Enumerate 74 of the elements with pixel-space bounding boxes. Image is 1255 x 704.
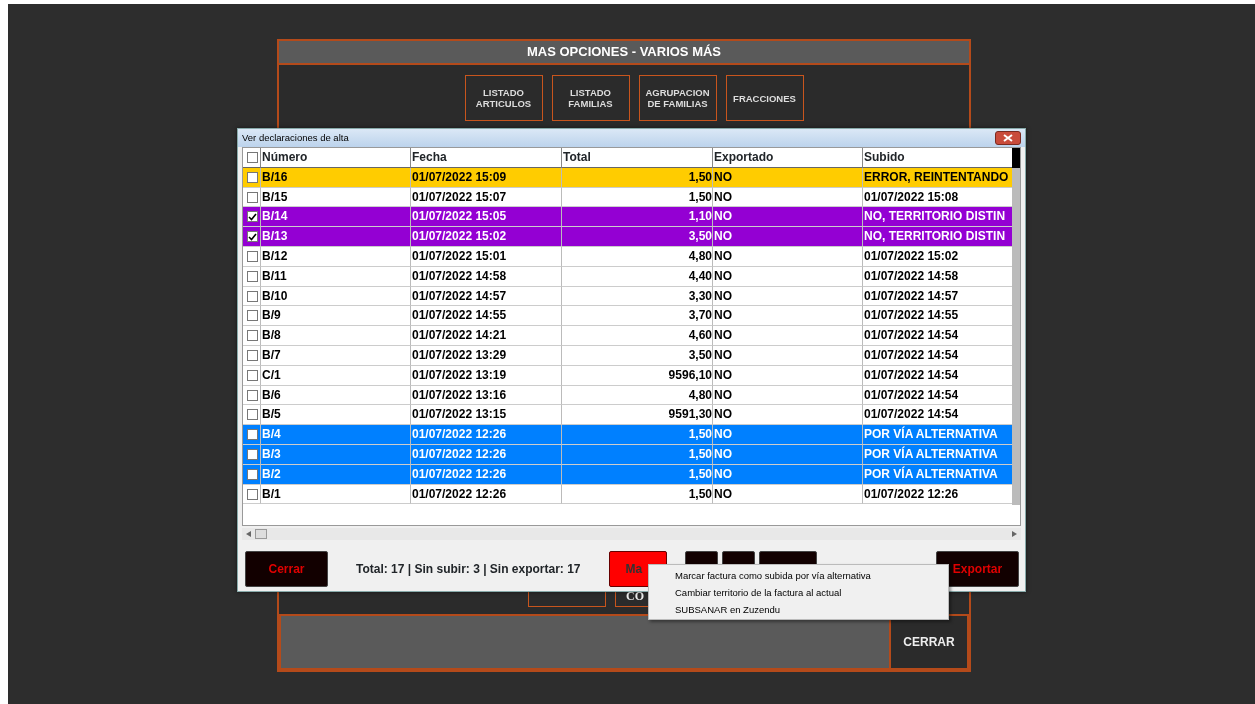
table-cell: 01/07/2022 15:07 (411, 187, 562, 208)
table-cell: 01/07/2022 13:15 (411, 405, 562, 426)
table-cell: NO (713, 345, 863, 366)
table-cell: B/5 (261, 405, 411, 426)
table-cell: 3,70 (562, 306, 713, 327)
table-cell: 1,50 (562, 167, 713, 188)
table-cell: 1,50 (562, 444, 713, 465)
table-cell: NO (713, 365, 863, 386)
table-cell: 01/07/2022 15:02 (411, 227, 562, 247)
table-cell: B/3 (261, 444, 411, 465)
table-cell: B/15 (261, 187, 411, 208)
table-cell: NO (713, 247, 863, 267)
table-cell: 3,50 (562, 227, 713, 247)
table-cell: B/14 (261, 207, 411, 228)
table-cell: B/12 (261, 247, 411, 267)
table-cell: B/13 (261, 227, 411, 247)
table-cell: 01/07/2022 12:26 (411, 464, 562, 485)
table-cell: 01/07/2022 14:58 (411, 266, 562, 287)
table-cell: 9596,10 (562, 365, 713, 386)
table-cell: NO (713, 326, 863, 346)
table-cell: NO (713, 385, 863, 406)
table-cell: 01/07/2022 13:16 (411, 385, 562, 406)
table-cell: 01/07/2022 14:57 (411, 286, 562, 307)
table-cell: POR VÍA ALTERNATIVA (863, 425, 1015, 445)
table-cell: 01/07/2022 12:26 (411, 444, 562, 465)
table-cell: 01/07/2022 12:26 (411, 425, 562, 445)
table-cell: B/11 (261, 266, 411, 287)
table-cell: NO (713, 405, 863, 426)
table-cell: 01/07/2022 15:05 (411, 207, 562, 228)
table-cell: NO, TERRITORIO DISTIN (863, 207, 1015, 228)
table-cell: NO, TERRITORIO DISTIN (863, 227, 1015, 247)
table-cell: B/2 (261, 464, 411, 485)
table-cell: 4,40 (562, 266, 713, 287)
table-cell: NO (713, 167, 863, 188)
table-cell: 9591,30 (562, 405, 713, 426)
table-cell: B/1 (261, 484, 411, 505)
table-cell: 1,50 (562, 425, 713, 445)
table-cell: NO (713, 187, 863, 208)
table-cell: 1,50 (562, 464, 713, 485)
table-cell: 1,10 (562, 207, 713, 228)
table-cell: NO (713, 266, 863, 287)
table-cell: 1,50 (562, 187, 713, 208)
window-title: Ver declaraciones de alta (242, 130, 349, 145)
table-cell: 4,80 (562, 247, 713, 267)
table-cell: NO (713, 286, 863, 307)
table-cell: NO (713, 444, 863, 465)
table-cell: NO (713, 227, 863, 247)
table-cell: NO (713, 484, 863, 505)
table-cell: 01/07/2022 15:01 (411, 247, 562, 267)
table-cell: B/9 (261, 306, 411, 327)
table-cell: 4,60 (562, 326, 713, 346)
table-cell: 1,50 (562, 484, 713, 505)
table-cell: B/8 (261, 326, 411, 346)
table-cell: 01/07/2022 13:29 (411, 345, 562, 366)
status-text: Total: 17 | Sin subir: 3 | Sin exportar: 17 (356, 560, 581, 578)
panel-title: MAS OPCIONES - VARIOS MÁS (279, 41, 969, 65)
table-cell: 4,80 (562, 385, 713, 406)
table-cell: B/10 (261, 286, 411, 307)
table-cell: C/1 (261, 365, 411, 386)
table-cell: B/6 (261, 385, 411, 406)
table-cell: NO (713, 207, 863, 228)
table-cell: 01/07/2022 14:55 (411, 306, 562, 327)
table-cell: B/7 (261, 345, 411, 366)
table-cell: 01/07/2022 12:26 (411, 484, 562, 505)
table-cell: B/16 (261, 167, 411, 188)
table-cell: NO (713, 464, 863, 485)
table-cell: 01/07/2022 13:19 (411, 365, 562, 386)
table-cell: 01/07/2022 15:09 (411, 167, 562, 188)
table-cell: 01/07/2022 14:21 (411, 326, 562, 346)
table-cell: 3,30 (562, 286, 713, 307)
table-cell: NO (713, 425, 863, 445)
table-cell: NO (713, 306, 863, 327)
table-cell: 3,50 (562, 345, 713, 366)
table-cell: B/4 (261, 425, 411, 445)
